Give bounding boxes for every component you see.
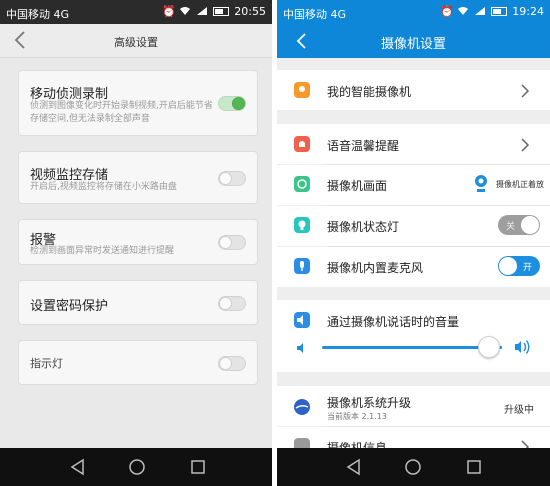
toggle-knob	[521, 216, 539, 234]
chevron-right-icon	[520, 83, 530, 98]
upgrade-status: 升级中	[504, 405, 534, 416]
setting-motion-record[interactable]: 移动侦测录制 侦测到图像变化时开始录制视频,开启后能节省存储空间,但无法录制全部…	[18, 70, 258, 136]
motion-record-toggle[interactable]	[218, 96, 246, 111]
volume-slider-thumb[interactable]	[478, 336, 501, 358]
row-label: 通过摄像机说话时的音量	[327, 315, 460, 329]
password-toggle[interactable]	[218, 296, 246, 311]
clock: 19:24	[512, 5, 544, 18]
left-phone-screen: 中国移动 4G ⏰ 20:55 高级设置 移动侦测录制 侦测到图像变化时开始录制…	[0, 0, 272, 486]
video-storage-toggle[interactable]	[218, 171, 246, 186]
camera-upright-icon	[474, 174, 488, 194]
volume-low-icon	[295, 340, 309, 354]
row-label: 摄像机内置麦克风	[327, 261, 424, 275]
navigation-bar	[277, 448, 550, 486]
bell-icon	[294, 136, 310, 152]
row-label: 摄像机状态灯	[327, 220, 400, 234]
speaker-icon	[294, 312, 310, 328]
row-system-upgrade[interactable]: 摄像机系统升级 当前版本 2.1.13 升级中	[277, 386, 550, 426]
setting-title: 设置密码保护	[30, 299, 109, 314]
row-camera-view[interactable]: 摄像机画面 摄像机正着放	[277, 165, 550, 205]
row-label: 摄像机画面	[327, 179, 388, 193]
light-bulb-icon	[294, 217, 310, 233]
location-pin-icon	[294, 82, 310, 98]
setting-desc: 开启后,视频监控将存储在小米路由盘	[30, 182, 177, 192]
volume-slider-track[interactable]	[322, 346, 502, 349]
wifi-icon	[457, 6, 469, 18]
setting-video-storage[interactable]: 视频监控存储 开启后,视频监控将存储在小米路由盘	[18, 151, 258, 204]
camera-lens-icon	[294, 176, 310, 192]
indicator-light-toggle[interactable]	[218, 356, 246, 371]
signal-icon	[474, 6, 486, 18]
alarm-icon: ⏰	[440, 4, 454, 18]
status-bar: 中国移动 4G ⏰ 19:24	[277, 0, 550, 24]
nav-recent-icon[interactable]	[188, 457, 208, 477]
setting-alarm[interactable]: 报警 检测到画面异常时发送通知进行提醒	[18, 219, 258, 265]
clock: 20:55	[234, 5, 266, 18]
battery-icon	[213, 7, 230, 16]
row-voice-tips[interactable]: 语音温馨提醒	[277, 124, 550, 164]
firmware-version: 当前版本 2.1.13	[327, 412, 387, 421]
signal-icon	[196, 6, 208, 18]
nav-home-icon[interactable]	[403, 457, 423, 477]
camera-orientation-status: 摄像机正着放	[496, 180, 544, 189]
nav-home-icon[interactable]	[127, 457, 147, 477]
nav-recent-icon[interactable]	[464, 457, 484, 477]
toggle-state-label: 开	[522, 263, 532, 273]
status-bar: 中国移动 4G ⏰ 20:55	[0, 0, 272, 24]
volume-high-icon	[513, 337, 533, 357]
page-header: 摄像机设置	[277, 24, 550, 58]
setting-desc: 检测到画面异常时发送通知进行提醒	[30, 246, 175, 256]
navigation-bar	[0, 448, 272, 486]
row-my-camera[interactable]: 我的智能摄像机	[277, 70, 550, 110]
upgrade-planet-icon	[294, 399, 310, 415]
wifi-icon	[179, 6, 191, 18]
carrier-label: 中国移动 4G	[283, 8, 347, 21]
nav-back-icon[interactable]	[344, 457, 364, 477]
toggle-knob	[499, 257, 517, 275]
page-header: 高级设置	[0, 24, 272, 58]
battery-icon	[491, 7, 508, 16]
setting-password[interactable]: 设置密码保护	[18, 280, 258, 325]
setting-desc: 侦测到图像变化时开始录制视频,开启后能节省存储空间,但无法录制全部声音	[30, 101, 213, 124]
row-label: 摄像机系统升级	[327, 396, 412, 410]
row-label: 我的智能摄像机	[327, 85, 412, 99]
alarm-toggle[interactable]	[218, 235, 246, 250]
setting-indicator-light[interactable]: 指示灯	[18, 340, 258, 385]
status-light-toggle[interactable]: 关	[498, 215, 540, 235]
toggle-state-label: 关	[506, 222, 516, 232]
microphone-toggle[interactable]: 开	[498, 256, 540, 276]
nav-back-icon[interactable]	[68, 457, 88, 477]
status-icons: ⏰ 20:55	[162, 5, 266, 18]
alarm-icon: ⏰	[162, 4, 176, 18]
right-phone-screen: 中国移动 4G ⏰ 19:24 摄像机设置 我的智能摄像机 语音温馨提醒 摄像机…	[277, 0, 550, 486]
row-status-light[interactable]: 摄像机状态灯 关	[277, 206, 550, 246]
row-label: 语音温馨提醒	[327, 139, 400, 153]
row-speaker-volume: 通过摄像机说话时的音量	[277, 300, 550, 372]
carrier-label: 中国移动 4G	[6, 8, 70, 21]
status-icons: ⏰ 19:24	[440, 5, 544, 18]
chevron-right-icon	[520, 137, 530, 152]
microphone-icon	[294, 258, 310, 274]
page-title: 高级设置	[114, 36, 158, 49]
page-title: 摄像机设置	[380, 37, 446, 52]
row-microphone[interactable]: 摄像机内置麦克风 开	[277, 247, 550, 287]
setting-title: 指示灯	[30, 357, 63, 370]
